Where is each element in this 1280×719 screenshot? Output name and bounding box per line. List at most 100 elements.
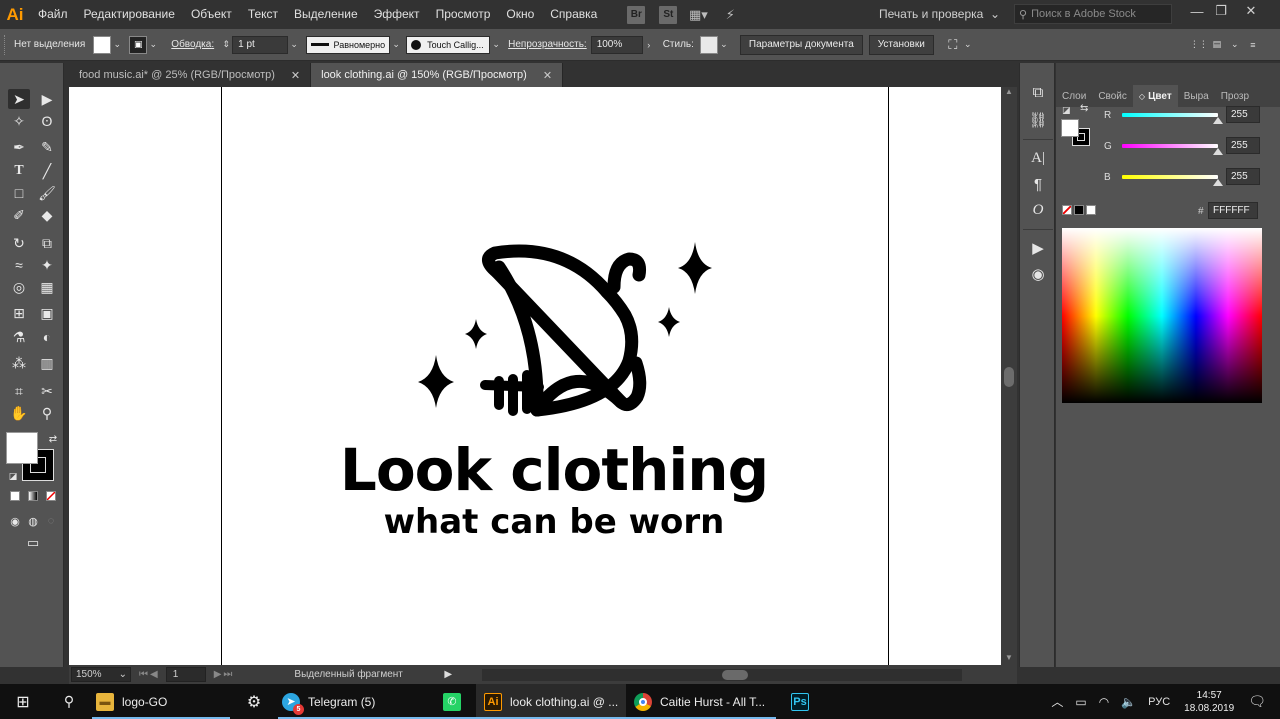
default-colors-icon[interactable]: ◪ [2,466,24,486]
character-panel-icon[interactable]: A| [1027,147,1049,169]
black-swatch[interactable] [1074,205,1084,215]
shape-builder-tool-icon[interactable]: ◎ [8,277,30,297]
opentype-panel-icon[interactable]: O [1027,199,1049,221]
workspace-switcher[interactable]: Печать и проверка ⌄ [879,7,1000,21]
menu-type[interactable]: Текст [240,0,286,29]
graphic-style-dropdown-icon[interactable]: ⌄ [718,36,730,54]
menu-view[interactable]: Просмотр [428,0,499,29]
document-mode-icon[interactable]: ⛶ [944,36,962,54]
opacity-arrow-icon[interactable]: › [643,36,655,54]
artboard-tool-icon[interactable]: ⌗ [8,381,30,401]
panel-menu-icon[interactable]: ≡ [1244,36,1262,54]
artboard-nav-prev-icon[interactable]: ⏮◀ [139,669,160,680]
tab-transparency[interactable]: Прозр [1215,85,1255,107]
eyedropper-tool-icon[interactable]: ⚗ [8,327,30,347]
taskbar-explorer[interactable]: ▬ logo-GO [92,684,230,719]
artboard-nav-next-icon[interactable]: ▶⏭ [214,669,235,680]
menu-file[interactable]: Файл [30,0,76,29]
mesh-tool-icon[interactable]: ⊞ [8,303,30,323]
menu-select[interactable]: Выделение [286,0,366,29]
stroke-label[interactable]: Обводка: [171,39,214,50]
stock-search-box[interactable]: ⚲ [1014,4,1172,24]
red-value-field[interactable]: 255 [1226,106,1260,123]
minimize-icon[interactable]: — [1184,0,1210,22]
panel-grip[interactable] [4,34,10,55]
hex-field[interactable]: FFFFFF [1208,202,1258,219]
fill-color-box[interactable] [1061,119,1079,137]
vertical-scrollbar[interactable]: ▲ ▼ [1001,87,1017,665]
stroke-profile-dropdown-icon[interactable]: ⌄ [390,36,402,54]
document-setup-button[interactable]: Параметры документа [739,34,863,55]
blue-value-field[interactable]: 255 [1226,168,1260,185]
actions-panel-icon[interactable]: ▶ [1027,237,1049,259]
taskbar-telegram[interactable]: ➤ 5 Telegram (5) [278,684,428,719]
hand-tool-icon[interactable]: ✋ [8,403,30,423]
menu-effect[interactable]: Эффект [366,0,428,29]
align-icon[interactable]: ⋮⋮ [1190,36,1208,54]
battery-icon[interactable]: ▭ [1075,695,1086,709]
tab-properties[interactable]: Свойс [1092,85,1133,107]
creative-cloud-libraries-icon[interactable]: ◉ [1027,263,1049,285]
brush-select[interactable]: Touch Callig... [406,35,491,54]
taskbar-whatsapp[interactable]: ✆ [428,684,476,719]
perspective-grid-tool-icon[interactable]: ▦ [36,277,58,297]
green-slider-knob[interactable] [1213,148,1223,155]
type-tool-icon[interactable]: T [8,161,30,181]
start-button[interactable]: ⊞ [0,684,46,719]
gradient-tool-icon[interactable]: ▣ [36,303,58,323]
notifications-icon[interactable]: 🗨 [1248,693,1266,710]
gear-icon[interactable]: ⚙ [230,684,278,719]
chevron-up-icon[interactable]: ︿ [1051,693,1063,710]
canvas[interactable]: Look clothing what can be worn [69,87,1001,665]
stroke-swatch[interactable]: ▣ [129,35,148,54]
brush-dropdown-icon[interactable]: ⌄ [490,36,502,54]
white-swatch[interactable] [1086,205,1096,215]
taskbar-illustrator[interactable]: Ai look clothing.ai @ ... [476,684,626,719]
draw-inside-icon[interactable]: ◌ [40,511,62,531]
stroke-profile-select[interactable]: Равномерно [306,35,391,54]
gpu-performance-icon[interactable]: ⚡ [719,6,741,24]
green-value-field[interactable]: 255 [1226,137,1260,154]
pen-tool-icon[interactable]: ✒ [8,137,30,157]
close-icon[interactable]: ✕ [1238,0,1264,22]
scroll-up-icon[interactable]: ▲ [1001,87,1017,99]
taskbar-photoshop[interactable]: Ps [776,684,824,719]
lasso-tool-icon[interactable]: ʘ [36,111,58,131]
bridge-button[interactable]: Br [627,5,646,24]
blue-slider-knob[interactable] [1213,179,1223,186]
status-arrow-icon[interactable]: ▶ [444,669,452,680]
horizontal-scrollbar[interactable] [482,668,963,681]
wifi-icon[interactable]: ◠ [1099,695,1109,709]
fill-color-front[interactable] [6,432,38,464]
opacity-label[interactable]: Непрозрачность: [508,39,587,50]
none-swatch[interactable] [1062,205,1072,215]
tab-food-music[interactable]: food music.ai* @ 25% (RGB/Просмотр) ✕ [69,63,312,87]
symbol-sprayer-tool-icon[interactable]: ⁂ [8,353,30,373]
status-text[interactable]: Выделенный фрагмент [294,669,444,680]
swap-colors-icon[interactable]: ⇄ [42,429,64,449]
default-colors-icon[interactable]: ◪ [1062,105,1071,116]
line-tool-icon[interactable]: ╱ [36,161,58,181]
language-indicator[interactable]: РУС [1148,696,1170,708]
magic-wand-tool-icon[interactable]: ✧ [8,111,30,131]
options-icon[interactable]: ⌄ [1226,36,1244,54]
green-slider[interactable] [1122,144,1218,148]
none-mode-icon[interactable] [46,491,56,501]
tab-color[interactable]: ◇ Цвет [1132,85,1178,107]
slice-tool-icon[interactable]: ✂ [36,381,58,401]
column-graph-tool-icon[interactable]: ▥ [36,353,58,373]
fill-dropdown-icon[interactable]: ⌄ [111,36,123,54]
stock-button[interactable]: St [659,5,678,24]
document-mode-dropdown-icon[interactable]: ⌄ [962,36,974,54]
artboard-number-field[interactable]: 1 [165,667,206,682]
shaper-tool-icon[interactable]: ✐ [8,205,30,225]
tab-look-clothing[interactable]: look clothing.ai @ 150% (RGB/Просмотр) ✕ [311,63,564,87]
blue-slider[interactable] [1122,175,1218,179]
scroll-thumb[interactable] [1004,367,1014,387]
color-mode-icon[interactable] [10,491,20,501]
zoom-select[interactable]: 150% ⌄ [71,667,131,682]
opacity-field[interactable]: 100% [590,35,643,54]
stroke-weight-field[interactable]: 1 pt [232,35,289,54]
stroke-dropdown-icon[interactable]: ⌄ [147,36,159,54]
fill-swatch[interactable] [93,35,112,54]
